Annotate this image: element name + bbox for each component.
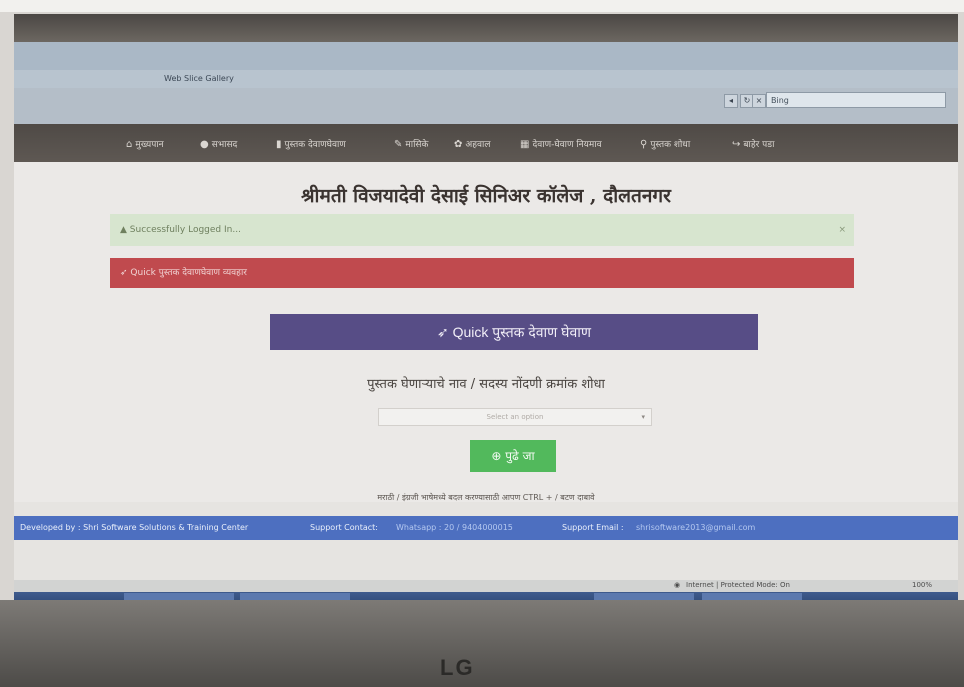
transaction-banner: ➶ Quick पुस्तक देवाणघेवाण व्यवहार (110, 258, 854, 288)
nav-item-book-search[interactable]: ⚲ पुस्तक शोधा (640, 137, 690, 150)
stop-icon[interactable]: × (752, 94, 766, 108)
plus-circle-icon: ⊕ (491, 449, 506, 463)
browser-status-bar: ◉ Internet | Protected Mode: On 100% (14, 580, 958, 592)
back-icon[interactable]: ◂ (724, 94, 738, 108)
nav-item-rules[interactable]: ▦ देवाण-घेवाण नियमाव (520, 137, 602, 150)
search-icon: ⚲ (640, 139, 648, 150)
photo-border (0, 0, 964, 12)
footer-email-label: Support Email : (562, 523, 624, 532)
browser-search-box[interactable]: Bing (766, 92, 946, 108)
success-alert: ▲ Successfully Logged In... × (110, 214, 854, 246)
nav-item-home[interactable]: ⌂ मुख्यपान (126, 137, 164, 150)
zoom-level[interactable]: 100% (912, 581, 932, 589)
nav-item-members[interactable]: ● सभासद (200, 137, 237, 150)
rocket-icon: ➶ (437, 324, 453, 340)
book-icon: ▮ (276, 139, 282, 150)
site-navbar: ⌂ मुख्यपान ● सभासद ▮ पुस्तक देवाणघेवाण ✎ मास… (14, 124, 958, 162)
home-icon: ⌂ (126, 139, 133, 150)
nav-item-book-exchange[interactable]: ▮ पुस्तक देवाणघेवाण (276, 137, 346, 150)
warning-icon: ▲ (120, 225, 130, 235)
monitor-brand-logo: LG (440, 655, 475, 680)
nav-item-logout[interactable]: ↪ बाहेर पडा (732, 137, 774, 150)
footer-contact-value: Whatsapp : 20 / 9404000015 (396, 523, 513, 532)
member-search-label: पुस्तक घेणाऱ्याचे नाव / सदस्य नोंदणी क्र… (367, 377, 605, 392)
site-footer: Developed by : Shri Software Solutions &… (14, 516, 958, 540)
nav-item-reports[interactable]: ✿ अहवाल (454, 137, 490, 150)
paw-icon: ✿ (454, 139, 463, 150)
footer-developer: Developed by : Shri Software Solutions &… (20, 523, 249, 532)
nav-item-periodicals[interactable]: ✎ मासिके (394, 137, 428, 150)
calendar-icon: ▦ (520, 139, 530, 150)
globe-icon: ◉ (674, 581, 681, 589)
proceed-button[interactable]: ⊕ पुढे जा (470, 440, 556, 472)
keyboard-hint: मराठी / इंग्रजी भाषेमध्ये बदल करण्यासाठी… (377, 493, 595, 502)
monitor-bezel-bottom (0, 600, 964, 687)
page-content: श्रीमती विजयादेवी देसाई सिनिअर कॉलेज , द… (14, 162, 958, 502)
quick-exchange-heading: ➶ Quick पुस्तक देवाण घेवाण (270, 314, 758, 350)
favorite-web-slice-gallery[interactable]: Web Slice Gallery (164, 74, 234, 83)
signout-icon: ↪ (732, 139, 741, 150)
close-icon[interactable]: × (838, 214, 846, 246)
page-title: श्रीमती विजयादेवी देसाई सिनिअर कॉलेज , द… (301, 185, 671, 207)
security-zone: Internet | Protected Mode: On (686, 581, 790, 589)
monitor-screen: Web Slice Gallery Bing ◂ ↻ × ⌂ मुख्यपान ●… (14, 14, 958, 604)
member-select[interactable]: Select an option ▾ (378, 408, 652, 426)
user-icon: ● (200, 139, 209, 150)
book-icon: ✎ (394, 139, 403, 150)
window-titlebar (14, 14, 958, 42)
footer-email-value[interactable]: shrisoftware2013@gmail.com (636, 516, 755, 540)
rocket-icon: ➶ (120, 268, 131, 278)
address-bar[interactable] (14, 42, 958, 70)
footer-contact-label: Support Contact: (310, 523, 378, 532)
chevron-down-icon: ▾ (641, 413, 645, 421)
favorites-bar: Web Slice Gallery (14, 70, 958, 88)
